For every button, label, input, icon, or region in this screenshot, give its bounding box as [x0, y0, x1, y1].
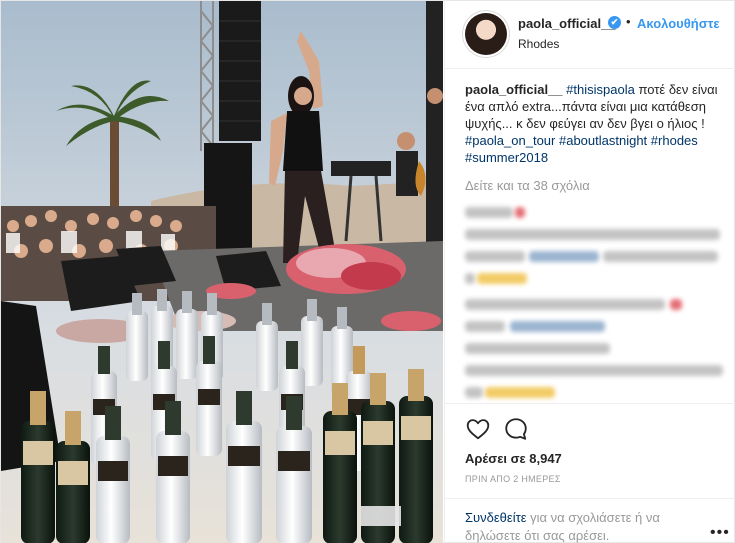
login-prompt-text: Συνδεθείτε για να σχολιάσετε ή να δηλώσε…	[465, 509, 705, 543]
comment-bubble-icon[interactable]	[503, 416, 531, 444]
blurred-comment	[465, 201, 727, 223]
follow-button[interactable]: Ακολουθήστε	[637, 16, 720, 31]
blurred-comment	[465, 267, 727, 289]
blurred-comment	[465, 293, 727, 315]
hashtag-thisispaola[interactable]: #thisispaola	[566, 82, 635, 97]
heart-icon[interactable]	[465, 416, 493, 444]
post-side-panel: paola_official__ ✔ • Ακολουθήστε Rhodes …	[444, 1, 735, 543]
comments-section: paola_official__ #thisispaola ποτέ δεν ε…	[465, 81, 727, 403]
blurred-comment	[465, 223, 727, 245]
blurred-comment	[465, 315, 727, 337]
location-link[interactable]: Rhodes	[518, 37, 559, 51]
post-actions: Αρέσει σε 8,947 ΠΡΙΝ ΑΠΟ 2 ΗΜΕΡΕΣ Συνδεθ…	[445, 403, 735, 543]
blurred-comment	[465, 245, 727, 267]
separator-dot: •	[626, 14, 631, 29]
login-link[interactable]: Συνδεθείτε	[465, 510, 527, 525]
instagram-post: paola_official__ ✔ • Ακολουθήστε Rhodes …	[0, 0, 735, 543]
hashtag-paola-on-tour[interactable]: #paola_on_tour	[465, 133, 555, 148]
login-prompt: Συνδεθείτε για να σχολιάσετε ή να δηλώσε…	[445, 498, 735, 543]
post-header: paola_official__ ✔ • Ακολουθήστε Rhodes	[445, 1, 735, 69]
blurred-comments	[465, 201, 727, 403]
post-photo[interactable]	[1, 1, 443, 543]
blurred-comment	[465, 337, 727, 359]
hashtag-summer2018[interactable]: #summer2018	[465, 150, 548, 165]
blurred-comment	[465, 381, 727, 403]
username-link[interactable]: paola_official__	[518, 16, 616, 31]
view-all-comments-link[interactable]: Δείτε και τα 38 σχόλια	[465, 178, 727, 193]
post-timestamp: ΠΡΙΝ ΑΠΟ 2 ΗΜΕΡΕΣ	[465, 474, 561, 484]
post-caption: paola_official__ #thisispaola ποτέ δεν ε…	[465, 81, 727, 166]
blurred-comment	[465, 359, 727, 381]
caption-username[interactable]: paola_official__	[465, 82, 563, 97]
avatar[interactable]	[465, 13, 507, 55]
verified-badge-icon: ✔	[608, 16, 621, 29]
concert-photo-illustration	[1, 1, 443, 543]
hashtag-rhodes[interactable]: #rhodes	[651, 133, 698, 148]
more-options-icon[interactable]: •••	[710, 524, 730, 542]
likes-count[interactable]: Αρέσει σε 8,947	[465, 451, 562, 466]
hashtag-aboutlastnight[interactable]: #aboutlastnight	[559, 133, 647, 148]
